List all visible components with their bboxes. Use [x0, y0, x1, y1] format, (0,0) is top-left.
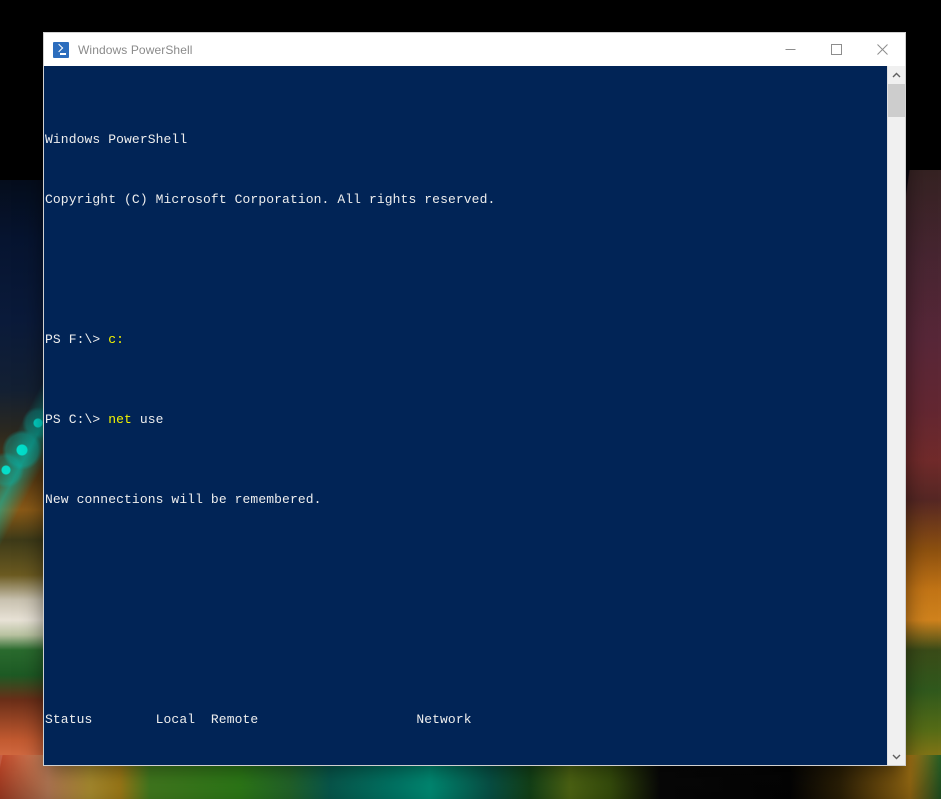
console-line: Copyright (C) Microsoft Corporation. All…: [45, 190, 886, 210]
window-controls: [767, 33, 905, 66]
net-use-table-header: Status Local Remote Network: [45, 710, 886, 730]
console-line: Windows PowerShell: [45, 130, 886, 150]
prompt-text: PS F:\>: [45, 332, 109, 347]
console-text: Windows PowerShell Copyright (C) Microso…: [45, 70, 886, 765]
column-header-remote: Remote: [210, 712, 259, 727]
scroll-down-icon: [892, 754, 901, 759]
window-titlebar[interactable]: Windows PowerShell: [44, 33, 905, 66]
powershell-icon: [53, 41, 69, 58]
console-line-text: Windows PowerShell: [45, 132, 188, 147]
powershell-window[interactable]: Windows PowerShell Windows PowerShell Co…: [44, 33, 905, 765]
window-title: Windows PowerShell: [78, 42, 193, 57]
column-header-local: Local: [155, 712, 196, 727]
console-scrollbar[interactable]: [887, 66, 905, 765]
scroll-down-button[interactable]: [888, 748, 905, 765]
scroll-up-button[interactable]: [888, 66, 905, 83]
command-text: c:: [108, 332, 125, 347]
column-header-network: Network: [416, 712, 472, 727]
wallpaper-left-strip: [0, 180, 46, 799]
maximize-button[interactable]: [813, 33, 859, 66]
scroll-thumb[interactable]: [888, 84, 905, 117]
console-prompt-line: PS C:\> net use: [45, 410, 886, 430]
command-text: net: [108, 412, 132, 427]
console-prompt-line: PS F:\> c:: [45, 330, 886, 350]
minimize-button[interactable]: [767, 33, 813, 66]
console-output-area[interactable]: Windows PowerShell Copyright (C) Microso…: [44, 66, 905, 765]
maximize-icon: [830, 44, 842, 55]
command-args: use: [131, 412, 164, 427]
prompt-text: PS C:\>: [45, 412, 109, 427]
close-icon: [876, 44, 888, 55]
column-header-status: Status: [45, 712, 93, 727]
wallpaper-right-strip: [906, 170, 941, 799]
minimize-icon: [785, 49, 795, 50]
wallpaper-top-band: [0, 0, 941, 30]
close-button[interactable]: [859, 33, 905, 66]
console-line-text: Copyright (C) Microsoft Corporation. All…: [45, 192, 496, 207]
console-line: New connections will be remembered.: [45, 490, 886, 510]
scroll-up-icon: [892, 72, 901, 77]
console-line-text: New connections will be remembered.: [45, 492, 322, 507]
